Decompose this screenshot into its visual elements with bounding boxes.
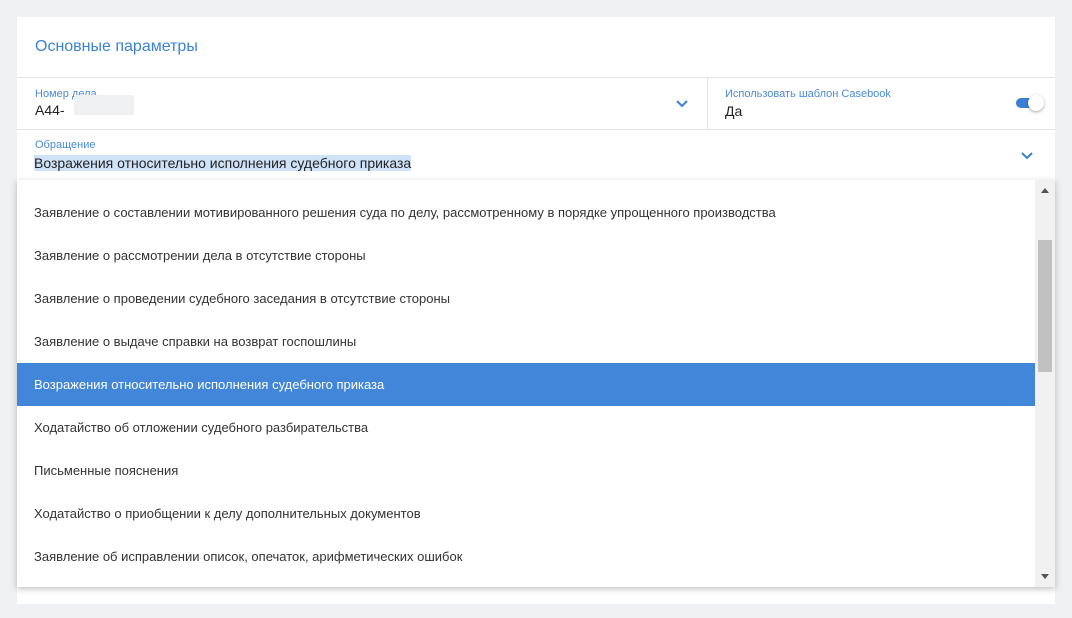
casebook-template-toggle[interactable] bbox=[1016, 95, 1044, 111]
toggle-knob bbox=[1028, 95, 1044, 111]
case-number-value[interactable]: А44- bbox=[35, 102, 65, 118]
dropdown-option[interactable]: Заявление о составлении мотивированного … bbox=[17, 191, 1035, 234]
chevron-down-icon[interactable] bbox=[675, 99, 689, 109]
scroll-up-arrow-icon[interactable] bbox=[1041, 188, 1049, 193]
appeal-label: Обращение bbox=[35, 139, 96, 151]
divider bbox=[17, 129, 1055, 130]
divider bbox=[17, 77, 1055, 78]
scroll-thumb[interactable] bbox=[1038, 240, 1052, 372]
casebook-template-value: Да bbox=[725, 103, 743, 119]
appeal-dropdown-list: Заявление о составлении мотивированного … bbox=[17, 180, 1055, 587]
casebook-template-label: Использовать шаблон Casebook bbox=[725, 88, 891, 100]
scroll-down-arrow-icon[interactable] bbox=[1041, 574, 1049, 579]
section-title: Основные параметры bbox=[35, 38, 198, 55]
dropdown-option[interactable]: Заявление об исправлении описок, опечато… bbox=[17, 535, 1035, 578]
chevron-down-icon[interactable] bbox=[1020, 151, 1034, 161]
dropdown-option[interactable]: Ходатайство о приобщении к делу дополнит… bbox=[17, 492, 1035, 535]
appeal-selected-text: Возражения относительно исполнения судеб… bbox=[34, 155, 412, 171]
dropdown-scrollbar[interactable] bbox=[1035, 180, 1055, 587]
appeal-value[interactable]: Возражения относительно исполнения судеб… bbox=[34, 155, 412, 171]
dropdown-option[interactable]: Ходатайство об отложении судебного разби… bbox=[17, 406, 1035, 449]
dropdown-option[interactable]: Заявление о выдаче справки на возврат го… bbox=[17, 320, 1035, 363]
divider bbox=[707, 77, 708, 129]
dropdown-option[interactable]: Заявление о рассмотрении дела в отсутств… bbox=[17, 234, 1035, 277]
redacted-area bbox=[74, 95, 134, 115]
dropdown-option[interactable]: Письменные пояснения bbox=[17, 449, 1035, 492]
dropdown-option-selected[interactable]: Возражения относительно исполнения судеб… bbox=[17, 363, 1035, 406]
dropdown-option[interactable]: Заявление о проведении судебного заседан… bbox=[17, 277, 1035, 320]
